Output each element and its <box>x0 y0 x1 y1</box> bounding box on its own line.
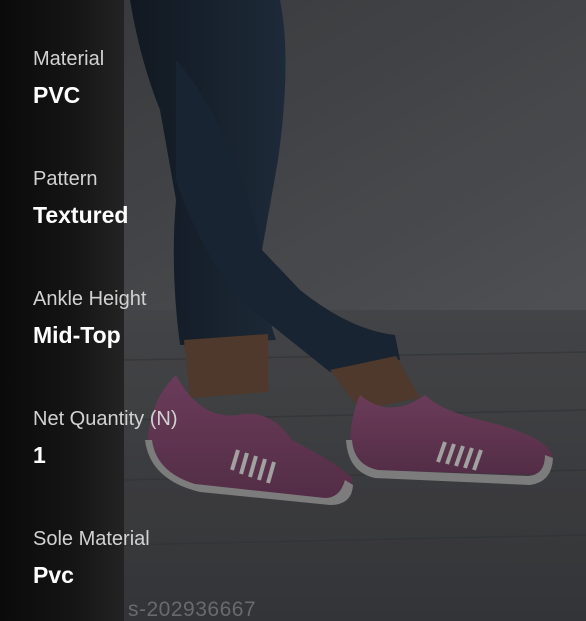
attribute-value: 1 <box>33 442 46 468</box>
attribute-label: Material <box>33 48 105 70</box>
attribute-label: Pattern <box>33 168 98 190</box>
attribute-label: Net Quantity (N) <box>33 408 178 430</box>
attribute-label: Sole Material <box>33 528 150 550</box>
attribute-value: Textured <box>33 202 129 228</box>
image-watermark: s-202936667 <box>128 598 257 621</box>
attribute-net-quantity: Net Quantity (N) 1 <box>33 407 177 469</box>
attribute-pattern: Pattern Textured <box>33 167 128 229</box>
attribute-label: Ankle Height <box>33 288 147 310</box>
attribute-ankle-height: Ankle Height Mid-Top <box>33 287 146 349</box>
attribute-value: PVC <box>33 82 81 108</box>
attribute-value: Pvc <box>33 562 74 588</box>
attribute-value: Mid-Top <box>33 322 121 348</box>
product-detail-screen: Material PVC Pattern Textured Ankle Heig… <box>0 0 586 621</box>
attribute-material: Material PVC <box>33 47 104 109</box>
attribute-sole-material: Sole Material Pvc <box>33 527 150 589</box>
